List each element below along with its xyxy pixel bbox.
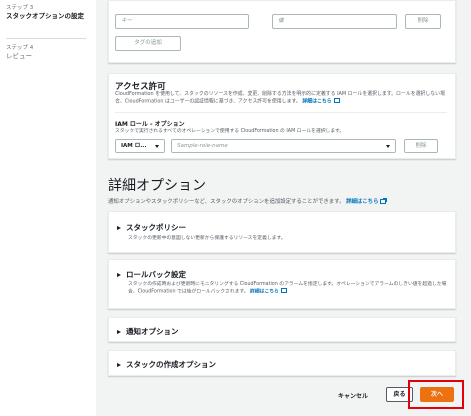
stack-policy-header[interactable]: スタックポリシー: [117, 222, 186, 233]
step-number: ステップ 3: [6, 5, 34, 11]
iam-role-type-select[interactable]: IAM ロ...: [115, 139, 165, 153]
learn-more-link[interactable]: 詳細はこちら: [250, 290, 279, 295]
advanced-options-description-text: 通知オプションやスタックポリシーなど、スタックのオプションを追加設定することがで…: [108, 199, 345, 205]
stack-creation-options-section[interactable]: スタックの作成オプション: [108, 350, 456, 376]
tag-value-input[interactable]: 値: [272, 14, 397, 29]
stack-policy-section[interactable]: スタックポリシー スタックの更新中の意図しない更新から保護するリソースを定義しま…: [108, 211, 456, 253]
tag-key-input[interactable]: キー: [115, 14, 249, 29]
iam-role-description: スタックで実行されるすべてのオペレーションで使用する CloudFormatio…: [115, 129, 345, 134]
step-4-review: ステップ 4 レビュー: [6, 44, 33, 61]
step-title: スタックオプションの設定: [6, 12, 84, 20]
learn-more-link[interactable]: 詳細はこちら: [302, 99, 331, 105]
step-3-current[interactable]: ステップ 3 スタックオプションの設定: [6, 4, 92, 21]
iam-role-name-placeholder: Sample-role-name: [177, 143, 228, 149]
next-button[interactable]: 次へ: [420, 387, 454, 402]
step-divider: [6, 38, 86, 39]
external-link-icon: [333, 97, 341, 103]
stack-policy-description: スタックの更新中の意図しない更新から保護するリソースを定義します。: [128, 236, 286, 241]
permissions-panel: アクセス許可 CloudFormation を使用して、スタックのリソースを作成…: [108, 73, 456, 159]
iam-role-name-select[interactable]: Sample-role-name: [171, 139, 396, 153]
caret-right-icon: [117, 272, 121, 277]
caret-right-icon: [117, 225, 121, 230]
caret-right-icon: [117, 362, 121, 367]
rollback-config-description: スタックの作成時および更新時にモニタリングする CloudFormation の…: [128, 281, 447, 296]
notification-options-header[interactable]: 通知オプション: [117, 326, 179, 337]
step-navigation: ステップ 3 スタックオプションの設定 ステップ 4 レビュー: [0, 0, 96, 416]
stack-policy-title: スタックポリシー: [126, 223, 186, 232]
rollback-config-title: ロールバック設定: [126, 270, 186, 279]
tags-panel: キー 値 削除 タグの追加: [108, 0, 456, 63]
learn-more-link[interactable]: 詳細はこちら: [346, 199, 378, 205]
stack-creation-options-header[interactable]: スタックの作成オプション: [117, 359, 216, 370]
section-divider: [115, 112, 447, 113]
advanced-options-description: 通知オプションやスタックポリシーなど、スタックのオプションを追加設定することがで…: [108, 197, 458, 205]
chevron-down-icon: [155, 144, 159, 148]
notification-options-section[interactable]: 通知オプション: [108, 317, 456, 342]
remove-role-button[interactable]: 削除: [404, 139, 438, 153]
step-title: レビュー: [6, 52, 32, 60]
external-link-icon: [280, 287, 288, 293]
main-content: キー 値 削除 タグの追加 アクセス許可 CloudFormation を使用し…: [108, 0, 464, 416]
permissions-description: CloudFormation を使用して、スタックのリソースを作成、変更、削除す…: [115, 91, 447, 106]
chevron-down-icon: [386, 144, 390, 148]
add-tag-button[interactable]: タグの追加: [115, 36, 181, 51]
iam-role-type-value: IAM ロ...: [121, 143, 147, 149]
cancel-button[interactable]: キャンセル: [338, 391, 368, 400]
step-number: ステップ 4: [6, 45, 34, 51]
external-link-icon: [380, 198, 387, 204]
remove-tag-button[interactable]: 削除: [405, 14, 441, 29]
caret-right-icon: [117, 329, 121, 334]
stack-creation-options-title: スタックの作成オプション: [126, 360, 216, 369]
notification-options-title: 通知オプション: [126, 327, 179, 336]
rollback-config-section[interactable]: ロールバック設定 スタックの作成時および更新時にモニタリングする CloudFo…: [108, 259, 456, 309]
advanced-options-title: 詳細オプション: [108, 178, 206, 194]
permissions-description-text: CloudFormation を使用して、スタックのリソースを作成、変更、削除す…: [115, 91, 445, 105]
rollback-config-header[interactable]: ロールバック設定: [117, 269, 186, 280]
